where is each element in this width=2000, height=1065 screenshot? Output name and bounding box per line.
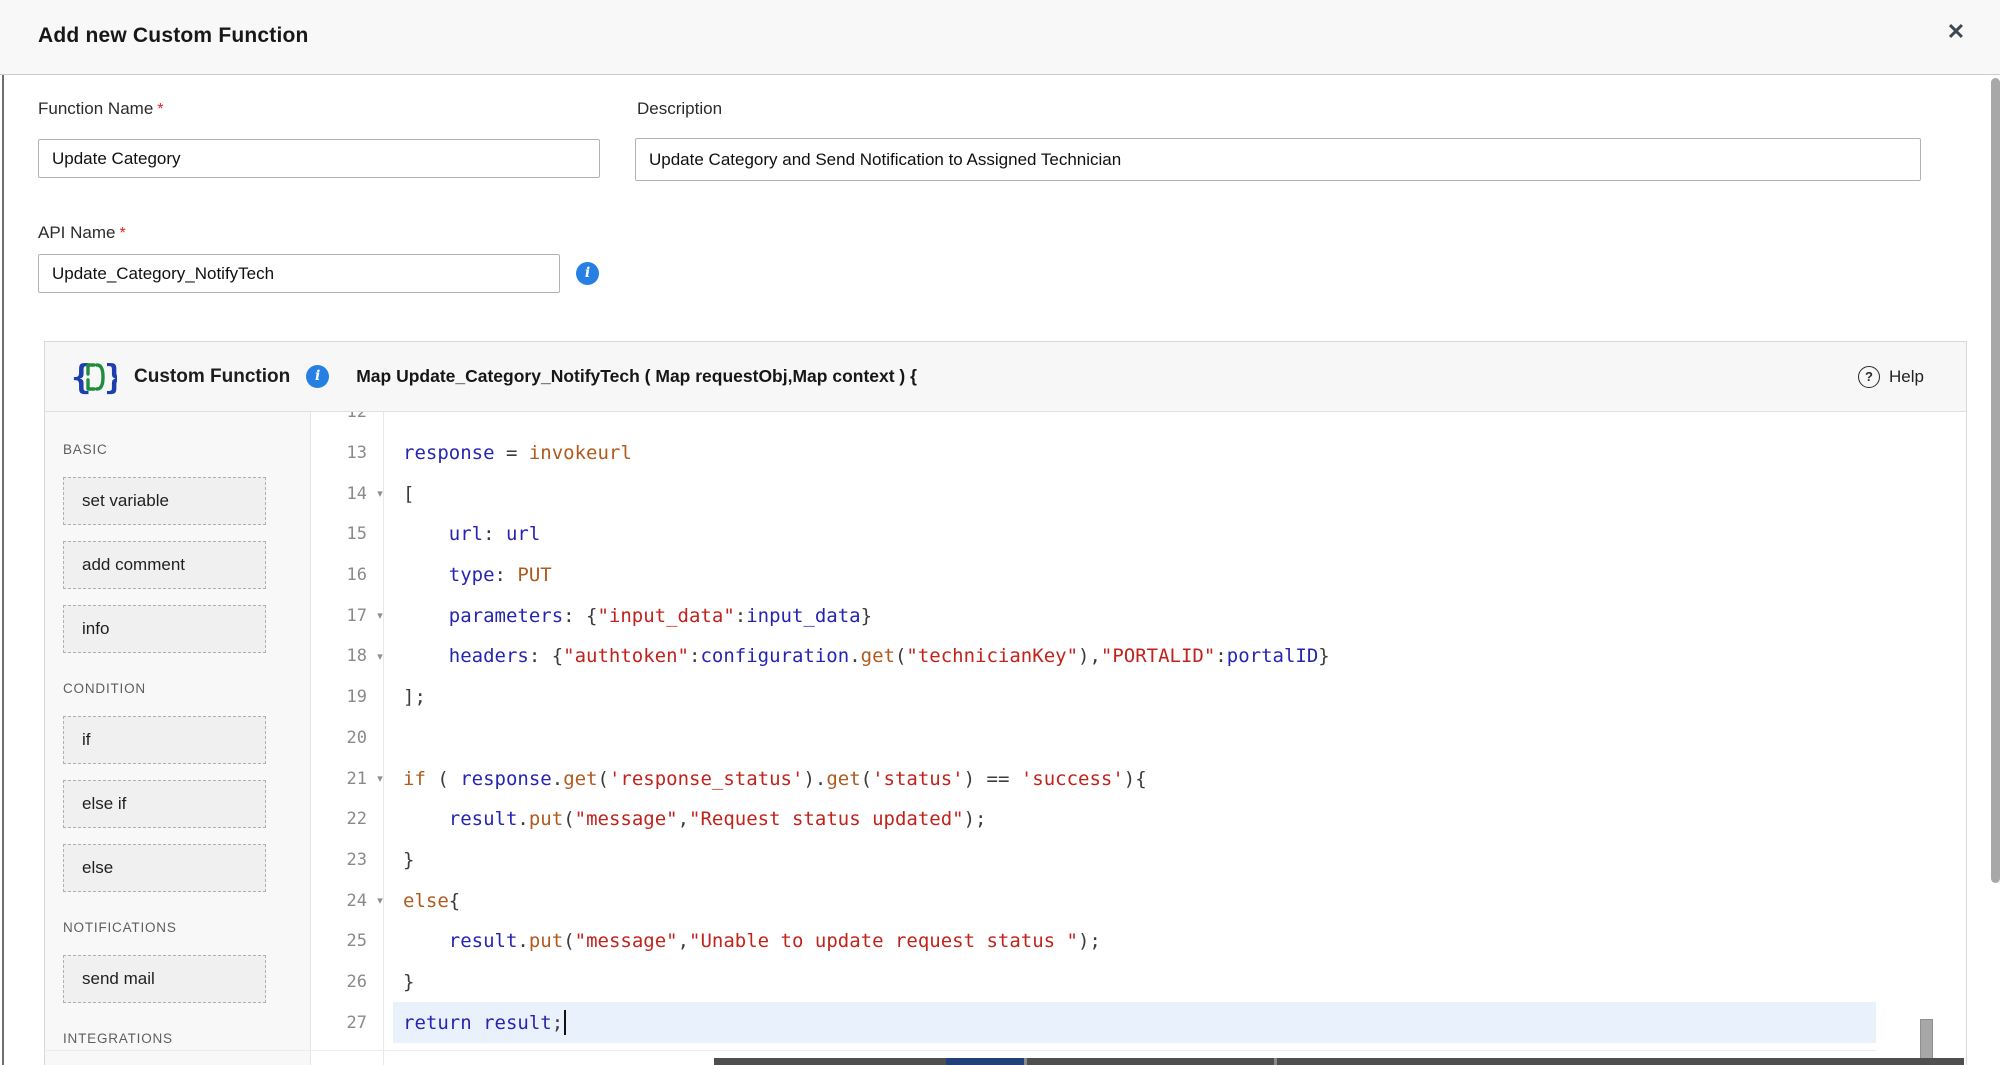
code-text[interactable]: else{ bbox=[393, 880, 1876, 921]
code-line-21[interactable]: 21▾if ( response.get('response_status').… bbox=[311, 758, 1876, 799]
description-label-text: Description bbox=[637, 99, 722, 118]
function-name-label: Function Name* bbox=[38, 99, 164, 119]
code-text[interactable]: ]; bbox=[393, 677, 1876, 718]
line-number: 15 bbox=[311, 524, 367, 544]
line-number: 25 bbox=[311, 931, 367, 951]
line-number: 20 bbox=[311, 728, 367, 748]
code-line-23[interactable]: 23} bbox=[311, 840, 1876, 881]
help-label: Help bbox=[1889, 367, 1924, 387]
dialog-header: Add new Custom Function ✕ bbox=[0, 0, 2000, 75]
bottom-cutoff-buttons-strip bbox=[714, 1058, 1964, 1065]
code-editor[interactable]: 1213response = invokeurl14▾[15 url: url1… bbox=[311, 392, 1876, 1043]
fold-arrow-icon[interactable]: ▾ bbox=[367, 650, 393, 663]
deluge-function-icon: { } bbox=[71, 358, 117, 396]
api-name-info-icon[interactable]: i bbox=[576, 262, 599, 285]
code-text[interactable]: } bbox=[393, 840, 1876, 881]
line-number: 16 bbox=[311, 565, 367, 585]
snippet-palette-sidebar: BASIC set variable add comment info CONDITIO… bbox=[45, 412, 311, 1065]
palette-button-else[interactable]: else bbox=[63, 844, 266, 892]
description-input[interactable] bbox=[635, 138, 1921, 181]
palette-section-condition: CONDITION bbox=[63, 681, 310, 696]
description-label: Description bbox=[637, 99, 722, 119]
panel-title: Custom Function bbox=[134, 366, 290, 388]
code-line-27[interactable]: 27 return result; bbox=[311, 1002, 1876, 1043]
code-text[interactable]: } bbox=[393, 962, 1876, 1003]
code-text[interactable]: result.put("message","Unable to update r… bbox=[393, 921, 1876, 962]
custom-function-info-icon[interactable]: i bbox=[306, 365, 329, 388]
line-number: 19 bbox=[311, 687, 367, 707]
palette-section-basic: BASIC bbox=[63, 442, 310, 457]
line-number: 26 bbox=[311, 972, 367, 992]
code-line-24[interactable]: 24▾else{ bbox=[311, 880, 1876, 921]
api-name-label-text: API Name bbox=[38, 223, 115, 242]
api-name-label: API Name* bbox=[38, 223, 126, 243]
palette-button-else-if[interactable]: else if bbox=[63, 780, 266, 828]
text-cursor bbox=[564, 1010, 566, 1035]
code-line-15[interactable]: 15 url: url bbox=[311, 514, 1876, 555]
code-line-22[interactable]: 22 result.put("message","Request status … bbox=[311, 799, 1876, 840]
required-asterisk: * bbox=[119, 225, 125, 242]
close-icon[interactable]: ✕ bbox=[1938, 14, 1974, 50]
code-line-13[interactable]: 13 response = invokeurl bbox=[311, 433, 1876, 474]
palette-button-info[interactable]: info bbox=[63, 605, 266, 653]
code-text[interactable]: response = invokeurl bbox=[393, 433, 1876, 474]
code-line-19[interactable]: 19]; bbox=[311, 677, 1876, 718]
fold-arrow-icon[interactable]: ▾ bbox=[367, 609, 393, 622]
fold-arrow-icon[interactable]: ▾ bbox=[367, 487, 393, 500]
editor-panel-header: { } Custom Function i Map Update_Categor… bbox=[45, 342, 1966, 412]
help-question-icon: ? bbox=[1858, 366, 1880, 388]
line-number: 21 bbox=[311, 769, 367, 789]
function-name-input[interactable] bbox=[38, 139, 600, 178]
fold-arrow-icon[interactable]: ▾ bbox=[367, 772, 393, 785]
line-number: 23 bbox=[311, 850, 367, 870]
code-line-14[interactable]: 14▾[ bbox=[311, 473, 1876, 514]
api-name-input[interactable] bbox=[38, 254, 560, 293]
line-number: 22 bbox=[311, 809, 367, 829]
code-line-20[interactable]: 20 bbox=[311, 718, 1876, 759]
code-text[interactable] bbox=[393, 718, 1876, 759]
palette-button-send-mail[interactable]: send mail bbox=[63, 955, 266, 1003]
line-number: 27 bbox=[311, 1013, 367, 1033]
code-text[interactable]: [ bbox=[393, 473, 1876, 514]
fold-arrow-icon[interactable]: ▾ bbox=[367, 894, 393, 907]
line-number: 14 bbox=[311, 484, 367, 504]
code-line-25[interactable]: 25 result.put("message","Unable to updat… bbox=[311, 921, 1876, 962]
palette-button-add-comment[interactable]: add comment bbox=[63, 541, 266, 589]
function-name-label-text: Function Name bbox=[38, 99, 153, 118]
code-text[interactable]: url: url bbox=[393, 514, 1876, 555]
custom-function-panel: { } Custom Function i Map Update_Categor… bbox=[44, 341, 1967, 1065]
code-text[interactable]: result.put("message","Request status upd… bbox=[393, 799, 1876, 840]
gutter-divider bbox=[383, 412, 384, 1065]
function-signature: Map Update_Category_NotifyTech ( Map req… bbox=[356, 366, 917, 387]
code-line-16[interactable]: 16 type: PUT bbox=[311, 555, 1876, 596]
code-line-17[interactable]: 17▾ parameters: {"input_data":input_data… bbox=[311, 595, 1876, 636]
line-number: 17 bbox=[311, 606, 367, 626]
dialog-left-edge bbox=[2, 16, 4, 1065]
page-vertical-scrollbar[interactable] bbox=[1991, 78, 2000, 883]
code-line-18[interactable]: 18▾ headers: {"authtoken":configuration.… bbox=[311, 636, 1876, 677]
palette-section-integrations: INTEGRATIONS bbox=[63, 1031, 310, 1046]
code-text[interactable]: headers: {"authtoken":configuration.get(… bbox=[393, 636, 1876, 677]
svg-text:}: } bbox=[104, 358, 117, 396]
code-text[interactable]: type: PUT bbox=[393, 555, 1876, 596]
dialog-title: Add new Custom Function bbox=[38, 24, 309, 48]
palette-button-set-variable[interactable]: set variable bbox=[63, 477, 266, 525]
code-text[interactable]: if ( response.get('response_status').get… bbox=[393, 758, 1876, 799]
code-line-26[interactable]: 26} bbox=[311, 962, 1876, 1003]
line-number: 13 bbox=[311, 443, 367, 463]
button-divider bbox=[1024, 1058, 1027, 1065]
button-divider bbox=[1274, 1058, 1277, 1065]
code-text[interactable]: return result; bbox=[393, 1002, 1876, 1043]
palette-section-notifications: NOTIFICATIONS bbox=[63, 920, 310, 935]
editor-bottom-border bbox=[46, 1050, 1876, 1051]
help-button[interactable]: ? Help bbox=[1858, 366, 1924, 388]
palette-button-if[interactable]: if bbox=[63, 716, 266, 764]
line-number: 18 bbox=[311, 646, 367, 666]
code-text[interactable]: parameters: {"input_data":input_data} bbox=[393, 595, 1876, 636]
line-number: 24 bbox=[311, 891, 367, 911]
save-button-sliver[interactable] bbox=[946, 1058, 1024, 1065]
required-asterisk: * bbox=[157, 101, 163, 118]
